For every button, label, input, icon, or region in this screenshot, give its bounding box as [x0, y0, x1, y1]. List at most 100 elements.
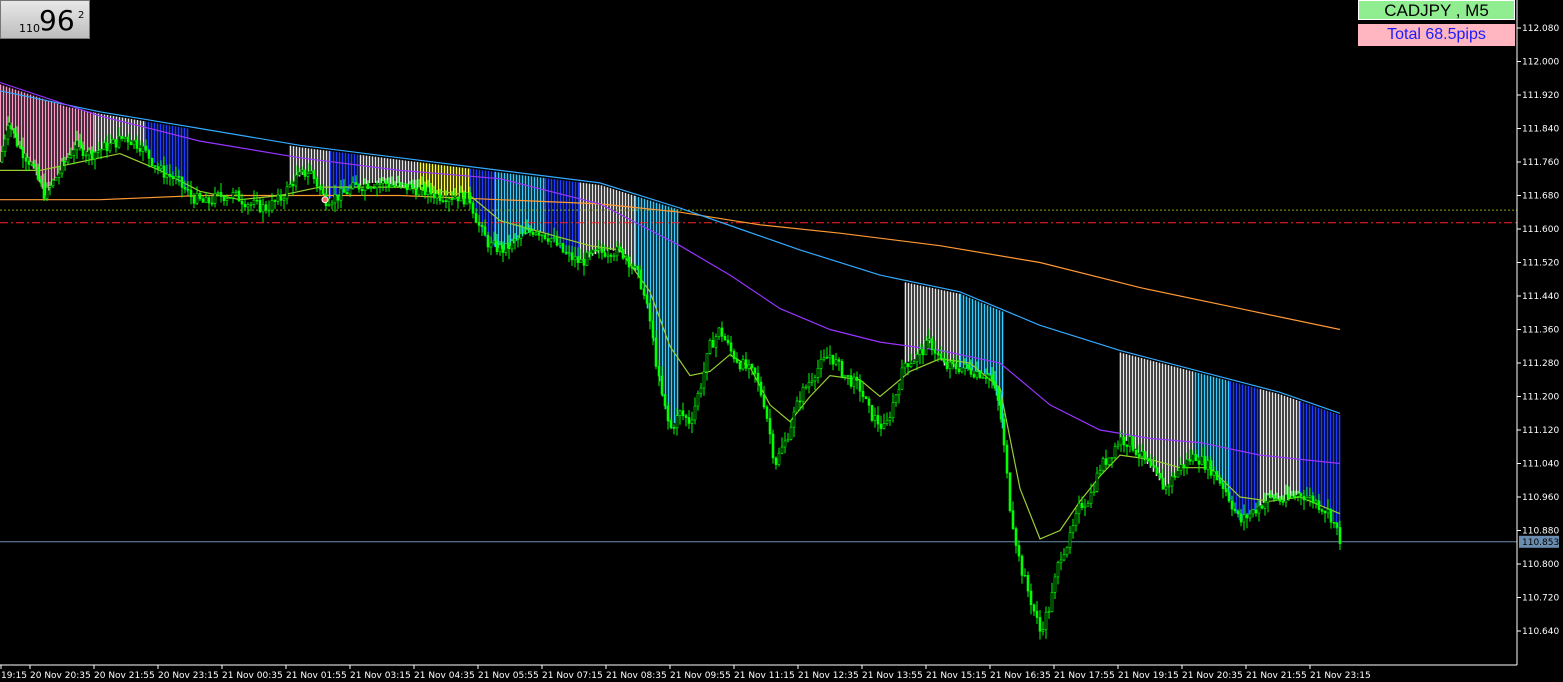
candle-body: [765, 406, 769, 419]
candle-body: [777, 452, 781, 465]
candle-body: [720, 327, 724, 337]
candle-body: [705, 353, 709, 373]
candle-body: [660, 375, 664, 395]
candle-body: [1251, 509, 1255, 515]
candle-body: [702, 371, 706, 389]
candle-body: [309, 170, 313, 174]
signal-bands: [0, 84, 1341, 537]
candle-body: [579, 259, 583, 263]
candle-body: [1065, 547, 1069, 556]
candle-body: [696, 392, 700, 407]
candle-body: [891, 402, 895, 418]
candle-body: [1131, 436, 1135, 451]
candle-body: [18, 145, 22, 148]
candle-body: [1071, 525, 1075, 534]
candle-body: [351, 182, 355, 189]
candle-body: [468, 192, 472, 204]
candle-body: [951, 361, 955, 365]
candle-body: [339, 188, 343, 201]
candle-body: [156, 166, 160, 169]
candle-body: [834, 359, 838, 365]
candle-body: [393, 185, 397, 187]
candle-body: [321, 188, 325, 195]
candle-body: [1314, 500, 1318, 504]
candle-body: [123, 136, 127, 139]
bid-price-big: 96: [39, 4, 75, 37]
candle-body: [177, 175, 181, 178]
candle-body: [825, 357, 829, 359]
candle-body: [591, 249, 595, 254]
candle-body: [1113, 446, 1117, 458]
candle-body: [966, 364, 970, 369]
candle-body: [132, 140, 136, 146]
candle-body: [243, 203, 247, 208]
candle-body: [1005, 444, 1009, 474]
candle-body: [1011, 510, 1015, 529]
candle-body: [1041, 629, 1045, 632]
candle-body: [1290, 495, 1294, 499]
time-tick-label: 21 Nov 07:15: [542, 671, 603, 681]
candle-body: [21, 146, 25, 159]
candle-body: [1035, 610, 1039, 618]
candle-body: [207, 197, 211, 204]
candle-body: [1248, 513, 1252, 519]
candle-body: [1257, 505, 1261, 514]
candle-body: [255, 199, 259, 202]
candle-body: [639, 269, 643, 290]
candle-body: [240, 200, 244, 205]
candle-body: [435, 193, 439, 199]
candle-body: [99, 149, 103, 152]
price-tick-label: 111.600: [1522, 225, 1559, 235]
candle-body: [645, 294, 649, 304]
candle-body: [150, 158, 154, 166]
candle-body: [1218, 479, 1222, 484]
candle-body: [1299, 493, 1303, 497]
price-tick-label: 110.960: [1522, 493, 1559, 503]
candle-body: [81, 144, 85, 156]
candle-body: [528, 229, 532, 233]
candle-body: [900, 367, 904, 390]
candle-body: [804, 386, 808, 389]
candle-body: [75, 140, 79, 151]
candle-body: [1026, 575, 1030, 592]
candle-body: [1260, 505, 1264, 509]
candle-body: [675, 415, 679, 429]
candle-body: [504, 243, 508, 253]
candle-body: [816, 368, 820, 378]
candle-body: [1176, 470, 1180, 478]
price-tick-label: 110.880: [1522, 527, 1559, 537]
candle-body: [1254, 509, 1258, 514]
candle-body: [957, 368, 961, 373]
candle-body: [1017, 545, 1021, 557]
candle-body: [66, 157, 70, 163]
candle-body: [48, 185, 52, 188]
price-chart[interactable]: 112.080 112.000 111.920 111.840 111.760 111.6…: [0, 0, 1563, 682]
candle-body: [1188, 459, 1192, 462]
candle-body: [135, 140, 139, 149]
candle-body: [837, 359, 841, 362]
candle-body: [456, 196, 460, 202]
candle-body: [399, 182, 403, 185]
price-tick-label: 110.720: [1522, 594, 1559, 604]
candle-body: [585, 252, 589, 266]
candle-body: [1062, 554, 1066, 561]
candle-body: [438, 193, 442, 201]
candle-body: [936, 353, 940, 355]
candle-body: [930, 338, 934, 351]
candle-body: [1278, 498, 1282, 502]
candle-body: [522, 232, 526, 235]
candle-body: [516, 237, 520, 240]
candle-body: [846, 375, 850, 377]
candle-body: [915, 354, 919, 363]
candle-body: [507, 243, 511, 250]
candle-body: [294, 174, 298, 187]
trade-marker: [321, 196, 329, 204]
candle-body: [12, 128, 16, 134]
candle-body: [744, 359, 748, 369]
candle-body: [558, 243, 562, 246]
candle-body: [1191, 454, 1195, 462]
candle-body: [1212, 471, 1216, 476]
price-tick-label: 112.080: [1522, 24, 1559, 34]
candle-body: [942, 358, 946, 363]
time-tick-label: 21 Nov 15:15: [926, 671, 987, 681]
